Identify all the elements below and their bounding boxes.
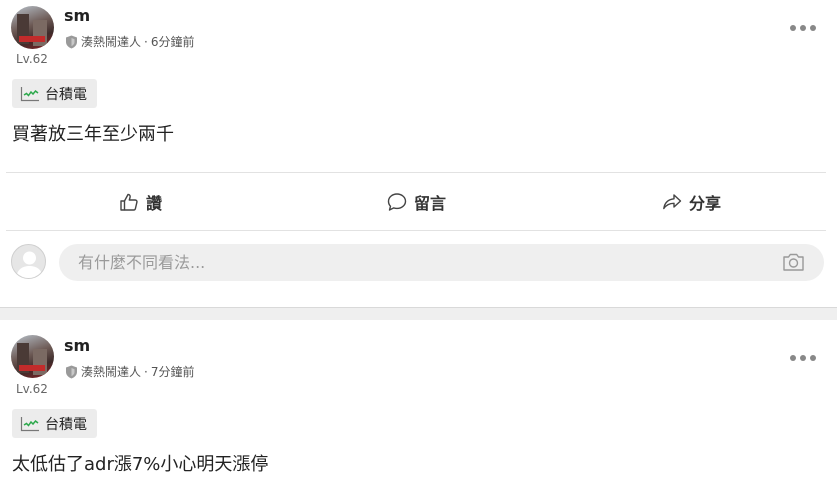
comment-label: 留言 — [414, 193, 447, 213]
post-content: 買著放三年至少兩千 — [12, 124, 174, 145]
username[interactable]: sm — [64, 6, 90, 25]
post-divider — [0, 307, 837, 320]
like-label: 讚 — [146, 193, 163, 213]
default-avatar-icon — [16, 251, 43, 278]
user-level: Lv.62 — [16, 52, 48, 66]
thumbs-up-icon — [120, 193, 138, 211]
user-badge: 湊熱鬧達人 — [81, 365, 142, 379]
post-meta: 湊熱鬧達人 · 7分鐘前 — [65, 363, 194, 380]
comment-composer — [0, 240, 837, 284]
post-card: sm 湊熱鬧達人 · 7分鐘前 Lv.62 台積電 太低估了adr漲7%小心明天… — [0, 320, 837, 480]
share-arrow-icon — [663, 193, 682, 209]
comment-button[interactable]: 留言 — [387, 173, 446, 230]
share-button[interactable]: 分享 — [662, 173, 721, 230]
stock-tag[interactable]: 台積電 — [12, 409, 97, 438]
stock-chart-icon — [20, 416, 39, 431]
meta-separator: · — [144, 364, 148, 379]
more-dots-icon[interactable] — [790, 18, 816, 38]
shield-icon — [66, 365, 77, 378]
stock-tag[interactable]: 台積電 — [12, 79, 97, 108]
share-label: 分享 — [689, 193, 722, 213]
avatar[interactable] — [11, 335, 54, 378]
username[interactable]: sm — [64, 336, 90, 355]
meta-separator: · — [144, 34, 148, 49]
post-time: 7分鐘前 — [150, 365, 195, 379]
comment-input[interactable] — [59, 244, 824, 281]
current-user-avatar — [11, 244, 46, 279]
post-card: sm 湊熱鬧達人 · 6分鐘前 Lv.62 台積電 買著放三年至少兩千 讚 留言… — [0, 0, 837, 307]
avatar[interactable] — [11, 6, 54, 49]
post-meta: 湊熱鬧達人 · 6分鐘前 — [65, 33, 194, 50]
shield-icon — [66, 35, 77, 48]
camera-icon[interactable] — [782, 252, 805, 272]
like-button[interactable]: 讚 — [119, 173, 162, 230]
user-level: Lv.62 — [16, 382, 48, 396]
action-bar: 讚 留言 分享 — [6, 172, 826, 231]
stock-tag-label: 台積電 — [45, 86, 87, 103]
user-badge: 湊熱鬧達人 — [81, 35, 142, 49]
more-dots-icon[interactable] — [790, 348, 816, 368]
speech-bubble-icon — [387, 192, 407, 211]
stock-chart-icon — [20, 86, 39, 101]
post-time: 6分鐘前 — [150, 35, 195, 49]
stock-tag-label: 台積電 — [45, 416, 87, 433]
post-content: 太低估了adr漲7%小心明天漲停 — [12, 454, 269, 475]
